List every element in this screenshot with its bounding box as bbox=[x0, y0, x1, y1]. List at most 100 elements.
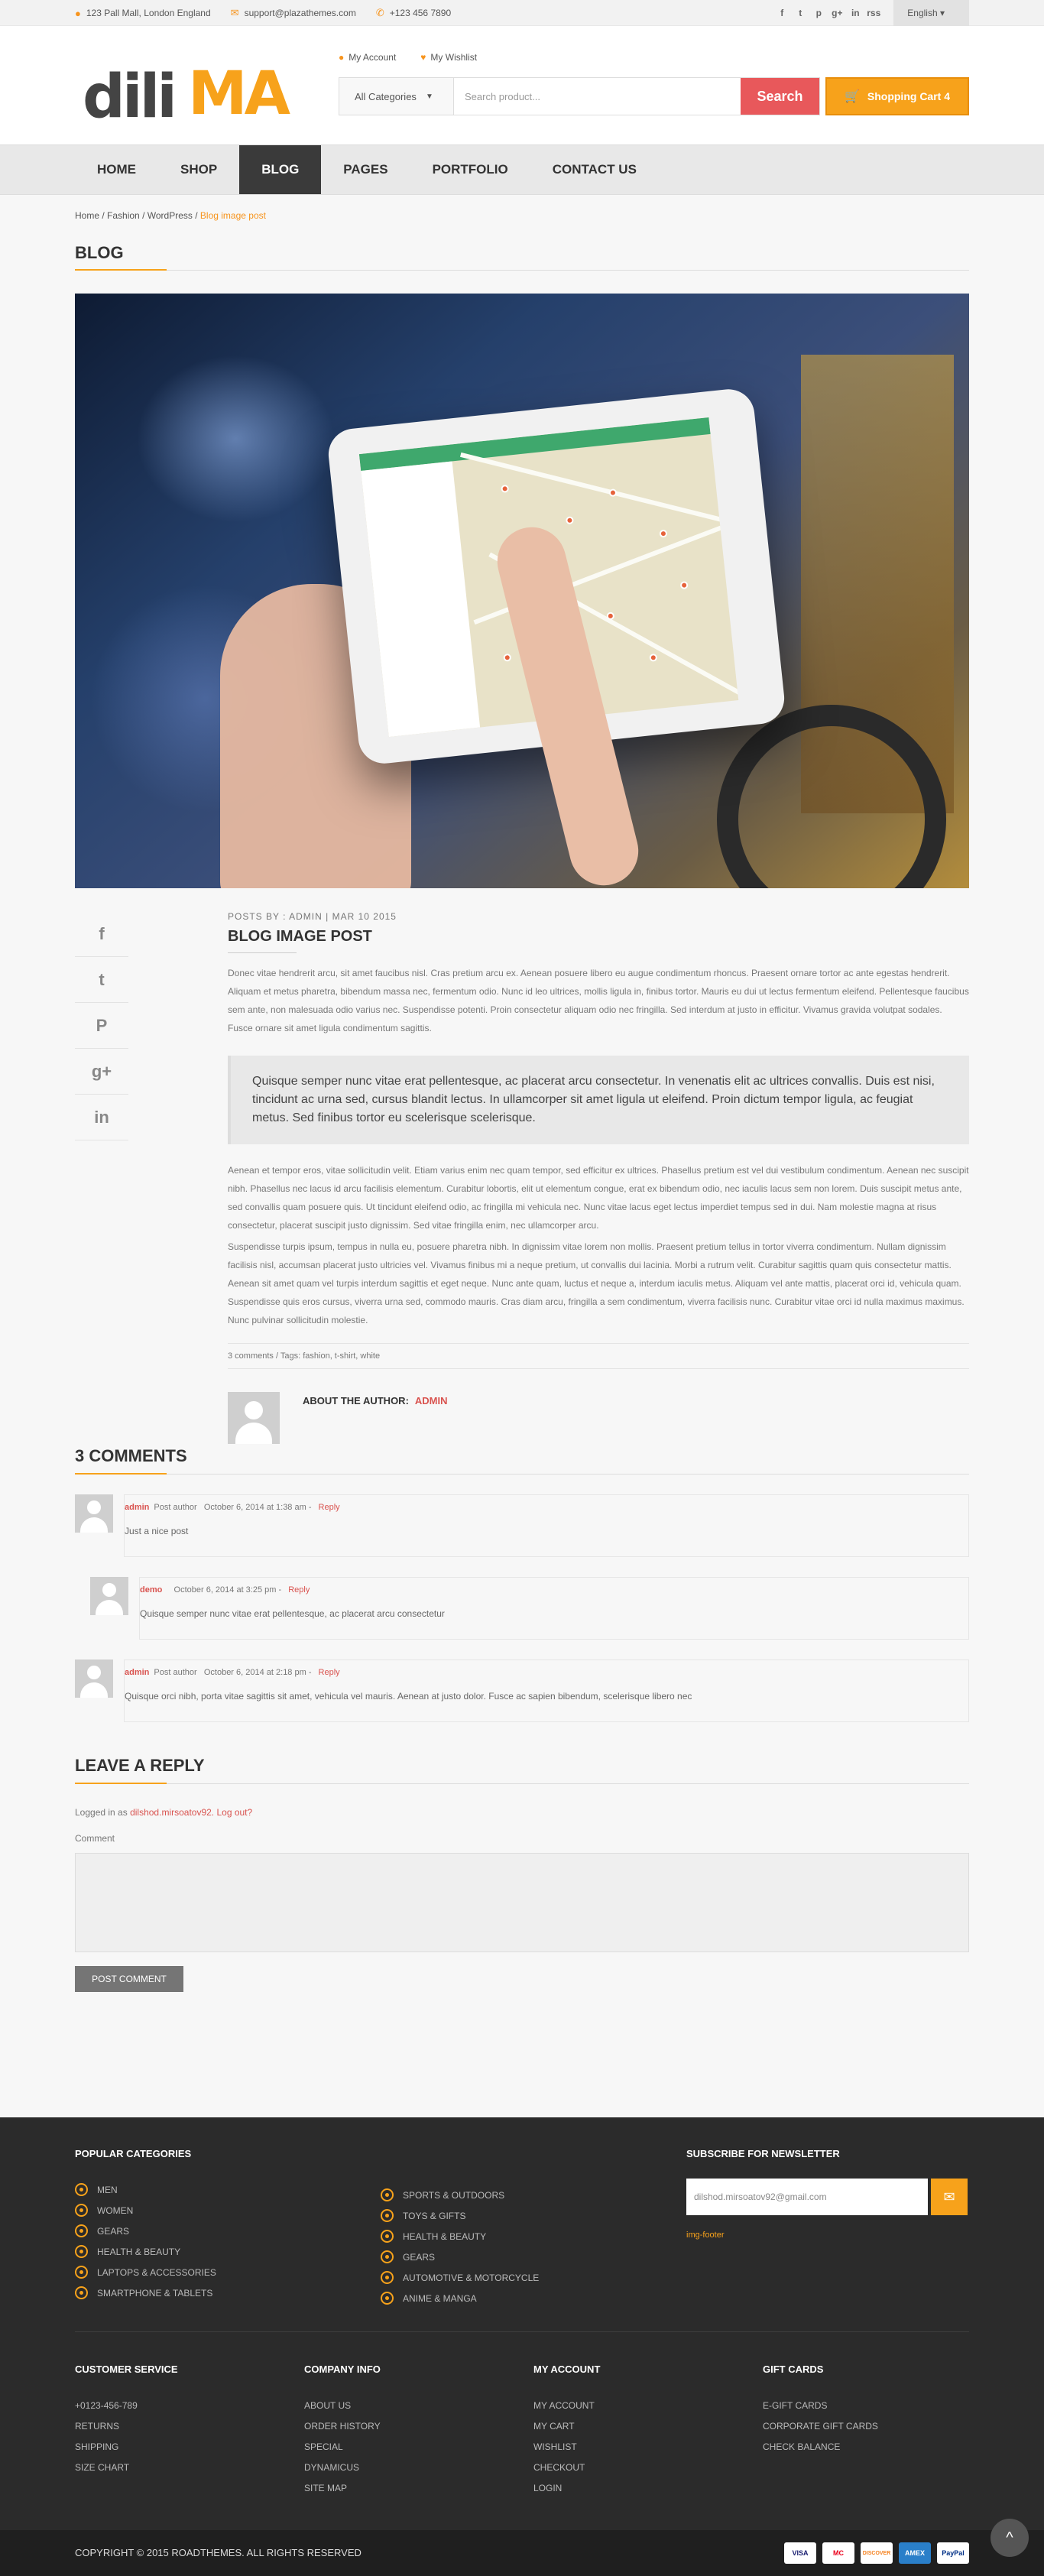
twitter-icon[interactable]: t bbox=[791, 8, 809, 18]
footer-category-link[interactable]: Health & Beauty bbox=[75, 2241, 216, 2262]
footer-category-link[interactable]: Smartphone & Tablets bbox=[75, 2282, 216, 2303]
nav-shop[interactable]: Shop bbox=[158, 145, 239, 194]
logout-link[interactable]: dilshod.mirsoatov92. Log out? bbox=[130, 1807, 252, 1818]
footer-link[interactable]: Shipping bbox=[75, 2436, 178, 2457]
blog-post: f t P g+ in POSTS BY : ADMIN | MAR 10 20… bbox=[75, 888, 969, 1446]
footer-link[interactable]: Dynamicus bbox=[304, 2457, 381, 2477]
scroll-to-top-button[interactable]: ^ bbox=[991, 2519, 1029, 2557]
pinterest-share-icon[interactable]: P bbox=[75, 1003, 128, 1049]
footer-category-link[interactable]: Men bbox=[75, 2179, 216, 2200]
search-input[interactable]: Search product... bbox=[454, 78, 741, 115]
comment-label: Comment bbox=[75, 1833, 115, 1844]
mastercard-icon: MC bbox=[822, 2542, 854, 2564]
popular-categories-heading: POPULAR CATEGORIES bbox=[75, 2148, 192, 2159]
shopping-cart-button[interactable]: 🛒 Shopping Cart 4 bbox=[825, 77, 969, 115]
avatar bbox=[228, 1392, 280, 1444]
visa-icon: VISA bbox=[784, 2542, 816, 2564]
footer-link[interactable]: Wishlist bbox=[533, 2436, 600, 2457]
address: ● 123 Pall Mall, London England bbox=[75, 7, 211, 19]
nav-pages[interactable]: Pages bbox=[321, 145, 410, 194]
heart-icon: ♥ bbox=[420, 52, 426, 63]
footer-category-link[interactable]: Gears bbox=[381, 2247, 539, 2267]
footer-category-link[interactable]: Women bbox=[75, 2200, 216, 2221]
footer-link[interactable]: My Cart bbox=[533, 2415, 600, 2436]
footer-category-link[interactable]: Sports & Outdoors bbox=[381, 2185, 539, 2205]
footer-image: img-footer bbox=[686, 2230, 725, 2240]
company-info-heading: COMPANY INFO bbox=[304, 2363, 381, 2375]
linkedin-share-icon[interactable]: in bbox=[75, 1095, 128, 1140]
post-image bbox=[75, 294, 969, 888]
footer-category-link[interactable]: Health & Beauty bbox=[381, 2226, 539, 2247]
twitter-share-icon[interactable]: t bbox=[75, 957, 128, 1003]
footer-category-link[interactable]: Laptops & Accessories bbox=[75, 2262, 216, 2282]
newsletter-submit-button[interactable]: ✉ bbox=[931, 2179, 968, 2215]
reply-link[interactable]: Reply bbox=[288, 1585, 310, 1595]
copyright-text: COPYRIGHT © 2015 ROADTHEMES. ALL RIGHTS … bbox=[75, 2547, 362, 2558]
nav-blog[interactable]: Blog bbox=[239, 145, 322, 194]
paypal-icon: PayPal bbox=[937, 2542, 969, 2564]
google-plus-share-icon[interactable]: g+ bbox=[75, 1049, 128, 1095]
post-tags[interactable]: 3 comments / Tags: fashion, t-shirt, whi… bbox=[228, 1343, 969, 1369]
home-icon: ● bbox=[75, 7, 81, 19]
footer-category-link[interactable]: Automotive & Motorcycle bbox=[381, 2267, 539, 2288]
nav-portfolio[interactable]: Portfolio bbox=[410, 145, 530, 194]
comment-textarea[interactable] bbox=[75, 1853, 969, 1952]
pinterest-icon[interactable]: p bbox=[809, 8, 828, 18]
footer-category-link[interactable]: Anime & Manga bbox=[381, 2288, 539, 2308]
linkedin-icon[interactable]: in bbox=[846, 8, 864, 18]
reply-link[interactable]: Reply bbox=[319, 1668, 340, 1677]
footer-link[interactable]: E-Gift Cards bbox=[763, 2395, 878, 2415]
my-wishlist-link[interactable]: ♥ My Wishlist bbox=[420, 52, 477, 63]
my-account-heading: MY ACCOUNT bbox=[533, 2363, 601, 2375]
reply-heading: LEAVE A REPLY bbox=[75, 1756, 969, 1784]
page-title: BLOG bbox=[75, 243, 969, 271]
facebook-share-icon[interactable]: f bbox=[75, 911, 128, 957]
footer-link[interactable]: Returns bbox=[75, 2415, 178, 2436]
google-plus-icon[interactable]: g+ bbox=[828, 8, 846, 18]
footer-link[interactable]: Check Balance bbox=[763, 2436, 878, 2457]
facebook-icon[interactable]: f bbox=[773, 8, 791, 18]
nav-contact-us[interactable]: Contact Us bbox=[530, 145, 659, 194]
footer-link[interactable]: Size Chart bbox=[75, 2457, 178, 2477]
newsletter-form: dilshod.mirsoatov92@gmail.com ✉ bbox=[686, 2179, 968, 2215]
author-link[interactable]: ADMIN bbox=[415, 1395, 448, 1406]
customer-service-heading: CUSTOMER SERVICE bbox=[75, 2363, 178, 2375]
post-comment-button[interactable]: POST COMMENT bbox=[75, 1966, 183, 1992]
footer-link[interactable]: +0123-456-789 bbox=[75, 2395, 178, 2415]
breadcrumb-wordpress[interactable]: WordPress bbox=[148, 210, 193, 221]
footer-category-link[interactable]: Gears bbox=[75, 2221, 216, 2241]
footer-link[interactable]: Order History bbox=[304, 2415, 381, 2436]
search-bar: All Categories ▼ Search product... Search bbox=[339, 77, 820, 115]
avatar bbox=[90, 1577, 128, 1615]
amex-icon: AMEX bbox=[899, 2542, 931, 2564]
footer-link[interactable]: Checkout bbox=[533, 2457, 600, 2477]
nav-home[interactable]: Home bbox=[75, 145, 158, 194]
comments-section: 3 COMMENTS admin Post author October 6, 2… bbox=[75, 1446, 969, 1722]
gift-cards-heading: GIFT CARDS bbox=[763, 2363, 824, 2375]
my-account-link[interactable]: ● My Account bbox=[339, 52, 396, 63]
footer-link[interactable]: About Us bbox=[304, 2395, 381, 2415]
about-author: ABOUT THE AUTHOR: ADMIN bbox=[228, 1392, 969, 1444]
search-button[interactable]: Search bbox=[741, 78, 819, 115]
footer-link[interactable]: Special bbox=[304, 2436, 381, 2457]
breadcrumb-home[interactable]: Home bbox=[75, 210, 99, 221]
category-select[interactable]: All Categories ▼ bbox=[339, 78, 454, 115]
email[interactable]: ✉ support@plazathemes.com bbox=[231, 7, 356, 19]
caret-down-icon: ▼ bbox=[425, 92, 433, 101]
header: dili MA ● My Account ♥ My Wishlist All Cat… bbox=[0, 26, 1044, 144]
user-icon: ● bbox=[339, 52, 345, 63]
reply-link[interactable]: Reply bbox=[319, 1503, 340, 1512]
rss-icon[interactable]: rss bbox=[864, 8, 883, 18]
language-select[interactable]: English ▾ bbox=[893, 0, 969, 26]
newsletter-email-input[interactable]: dilshod.mirsoatov92@gmail.com bbox=[686, 2179, 928, 2215]
logo[interactable]: dili MA bbox=[83, 57, 290, 133]
footer-link[interactable]: My Account bbox=[533, 2395, 600, 2415]
breadcrumb-fashion[interactable]: Fashion bbox=[107, 210, 140, 221]
footer-link[interactable]: Login bbox=[533, 2477, 600, 2498]
footer-category-link[interactable]: Toys & Gifts bbox=[381, 2205, 539, 2226]
newsletter-heading: SUBSCRIBE FOR NEWSLETTER bbox=[686, 2148, 840, 2159]
discover-icon: DISCOVER bbox=[861, 2542, 893, 2564]
post-paragraph: Suspendisse turpis ipsum, tempus in null… bbox=[228, 1241, 965, 1325]
footer-link[interactable]: Site Map bbox=[304, 2477, 381, 2498]
footer-link[interactable]: Corporate Gift Cards bbox=[763, 2415, 878, 2436]
